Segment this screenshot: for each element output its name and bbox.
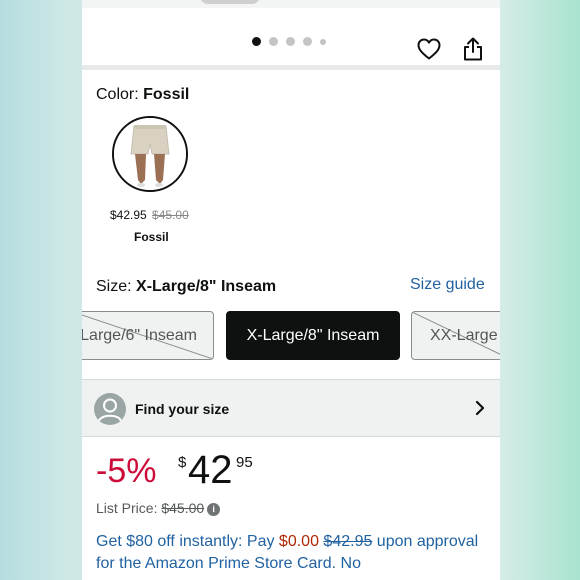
store-card-promo[interactable]: Get $80 off instantly: Pay $0.00 $42.95 … — [96, 531, 491, 575]
promo-old-amount: $42.95 — [323, 533, 373, 550]
carousel-dot[interactable] — [252, 37, 261, 46]
product-image-bottom — [82, 0, 500, 8]
color-label: Color: Fossil — [96, 86, 189, 104]
list-price-value: $45.00 — [161, 500, 205, 516]
list-price-row: List Price: $45.00 i — [96, 500, 221, 516]
price-fraction: 95 — [236, 454, 253, 471]
swatch-current-price: $42.95 — [110, 208, 147, 222]
size-label: Size: X-Large/8" Inseam — [96, 278, 276, 296]
promo-pay-amount: $0.00 — [278, 533, 319, 550]
size-label-prefix: Size: — [96, 278, 137, 295]
carousel-dot[interactable] — [303, 37, 312, 46]
chevron-right-icon — [475, 400, 485, 416]
product-page: Color: Fossil $42.95 $45.00 Fossil Size:… — [82, 0, 500, 580]
size-option-label: XX-Large — [430, 326, 498, 344]
heart-icon[interactable] — [417, 38, 441, 60]
color-swatch-fossil[interactable] — [112, 116, 188, 192]
image-controls-bar — [82, 8, 500, 65]
find-your-size-label: Find your size — [135, 401, 230, 417]
share-icon[interactable] — [462, 37, 484, 61]
list-price-label: List Price: — [96, 500, 162, 516]
size-option-xxlarge[interactable]: XX-Large — [411, 311, 500, 360]
size-option-large-6[interactable]: Large/6" Inseam — [82, 311, 214, 360]
user-avatar-icon — [94, 393, 126, 425]
promo-text: Get $80 off instantly: Pay — [96, 533, 279, 550]
info-icon[interactable]: i — [207, 503, 221, 516]
carousel-dots[interactable] — [252, 37, 326, 46]
discount-percent: -5% — [96, 452, 157, 490]
shorts-thumbnail-image — [114, 118, 186, 190]
color-value: Fossil — [143, 86, 190, 103]
size-option-xlarge-8[interactable]: X-Large/8" Inseam — [226, 311, 400, 360]
carousel-dot[interactable] — [286, 37, 295, 46]
size-value: X-Large/8" Inseam — [136, 278, 277, 295]
carousel-dot[interactable] — [320, 38, 326, 45]
swatch-list-price: $45.00 — [152, 208, 189, 222]
price-currency: $ — [178, 454, 187, 471]
carousel-dot[interactable] — [269, 37, 278, 46]
size-option-label: X-Large/8" Inseam — [246, 326, 380, 344]
swatch-name: Fossil — [134, 230, 169, 244]
image-shadow — [200, 0, 260, 4]
size-guide-link[interactable]: Size guide — [410, 276, 485, 294]
swatch-price: $42.95 $45.00 — [110, 208, 189, 222]
size-option-label: Large/6" Inseam — [82, 326, 197, 344]
divider — [82, 65, 500, 70]
price-whole: 42 — [188, 448, 233, 492]
find-your-size-row[interactable]: Find your size — [82, 379, 500, 437]
color-label-prefix: Color: — [96, 86, 144, 103]
